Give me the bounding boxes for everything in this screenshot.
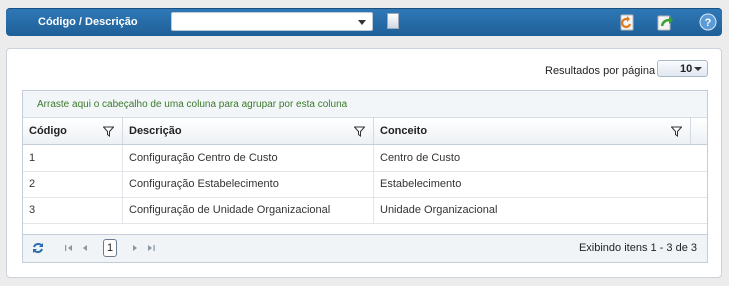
previous-page-icon[interactable] <box>79 242 91 254</box>
pager-info: Exibindo itens 1 - 3 de 3 <box>578 242 697 254</box>
cell-text: Unidade Organizacional <box>380 204 498 216</box>
cell-text: 2 <box>29 178 36 190</box>
table-row[interactable]: 3 Configuração de Unidade Organizacional… <box>23 197 707 224</box>
column-header-label: Conceito <box>380 125 428 137</box>
search-field-label: Código / Descrição <box>38 16 138 28</box>
refresh-icon[interactable] <box>31 241 45 255</box>
svg-text:?: ? <box>705 17 712 29</box>
last-page-icon[interactable] <box>145 242 157 254</box>
help-icon[interactable]: ? <box>698 12 718 32</box>
group-by-hint: Arraste aqui o cabeçalho de uma coluna p… <box>37 99 348 110</box>
cell-codigo: 2 <box>23 171 123 197</box>
codigo-descricao-select[interactable] <box>171 12 373 31</box>
cell-text: 1 <box>29 152 36 164</box>
document-icon[interactable] <box>387 13 399 29</box>
export-icon[interactable] <box>655 12 675 32</box>
first-page-icon[interactable] <box>63 242 75 254</box>
results-per-page-label: Resultados por página <box>545 65 656 77</box>
cell-descricao: Configuração Estabelecimento <box>123 171 374 197</box>
column-header-label: Descrição <box>129 125 182 137</box>
results-panel: Resultados por página 10 Arraste aqui o … <box>6 48 722 278</box>
cell-codigo: 3 <box>23 197 123 223</box>
filter-icon[interactable] <box>103 126 114 137</box>
filter-icon[interactable] <box>671 126 682 137</box>
cell-codigo: 1 <box>23 145 123 171</box>
column-header-descricao[interactable]: Descrição <box>123 118 374 144</box>
results-per-page-dropdown[interactable]: 10 <box>657 60 708 77</box>
column-header-label: Código <box>29 125 67 137</box>
cell-text: Estabelecimento <box>380 178 462 190</box>
grid-pager: 1 Exibindo itens 1 - 3 de 3 <box>23 234 707 262</box>
cell-text: Centro de Custo <box>380 152 461 164</box>
cell-text: Configuração Estabelecimento <box>129 178 279 190</box>
top-toolbar: Código / Descrição ? <box>6 8 722 36</box>
table-row[interactable]: 2 Configuração Estabelecimento Estabelec… <box>23 171 707 198</box>
cell-text: Configuração de Unidade Organizacional <box>129 204 331 216</box>
cell-descricao: Configuração de Unidade Organizacional <box>123 197 374 223</box>
cell-conceito: Estabelecimento <box>374 171 691 197</box>
grid-header: Código Descrição Conceito <box>23 118 707 145</box>
cell-conceito: Unidade Organizacional <box>374 197 691 223</box>
cell-conceito: Centro de Custo <box>374 145 691 171</box>
current-page-button[interactable]: 1 <box>103 239 117 257</box>
table-row[interactable]: 1 Configuração Centro de Custo Centro de… <box>23 145 707 172</box>
next-page-icon[interactable] <box>129 242 141 254</box>
filter-icon[interactable] <box>354 126 365 137</box>
chevron-down-icon <box>694 67 702 71</box>
undo-icon[interactable] <box>617 12 637 32</box>
group-by-drop-area[interactable]: Arraste aqui o cabeçalho de uma coluna p… <box>23 91 707 118</box>
column-header-codigo[interactable]: Código <box>23 118 123 144</box>
column-header-conceito[interactable]: Conceito <box>374 118 691 144</box>
cell-text: 3 <box>29 204 36 216</box>
results-per-page-value: 10 <box>680 63 693 75</box>
data-grid: Arraste aqui o cabeçalho de uma coluna p… <box>22 90 708 263</box>
cell-descricao: Configuração Centro de Custo <box>123 145 374 171</box>
chevron-down-icon <box>358 20 366 25</box>
cell-text: Configuração Centro de Custo <box>129 152 278 164</box>
